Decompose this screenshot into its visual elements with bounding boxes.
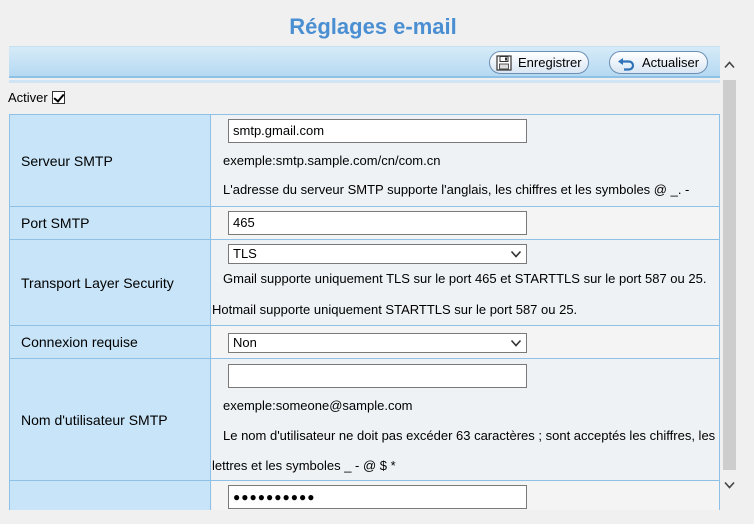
auth-required-label: Connexion requise: [21, 334, 138, 350]
value-cell: Non: [212, 326, 720, 358]
smtp-username-label: Nom d'utilisateur SMTP: [21, 412, 168, 428]
auth-required-select-value: Non: [233, 335, 257, 350]
label-cell: Nom d'utilisateur SMTP: [9, 359, 211, 480]
smtp-server-input[interactable]: smtp.gmail.com: [228, 119, 527, 143]
scroll-down-button[interactable]: [721, 476, 738, 493]
refresh-label: Actualiser: [642, 55, 700, 70]
label-cell: [9, 481, 211, 510]
smtp-username-row: Nom d'utilisateur SMTP exemple:someone@s…: [9, 359, 720, 481]
label-cell: Transport Layer Security: [9, 240, 211, 325]
smtp-server-label: Serveur SMTP: [21, 153, 113, 169]
value-cell: ●●●●●●●●●●: [212, 481, 720, 510]
email-settings-page: Réglages e-mail Enregistrer Actualiser A…: [0, 0, 754, 524]
vertical-scrollbar[interactable]: [721, 56, 738, 496]
smtp-port-label: Port SMTP: [21, 215, 90, 231]
smtp-username-example: exemple:someone@sample.com: [223, 398, 413, 413]
scroll-up-button[interactable]: [721, 56, 738, 73]
enable-label: Activer: [8, 90, 48, 105]
enable-row: Activer: [8, 90, 65, 105]
page-title: Réglages e-mail: [289, 14, 457, 39]
value-cell: exemple:someone@sample.com Le nom d'util…: [212, 359, 720, 480]
refresh-button[interactable]: Actualiser: [609, 51, 708, 74]
value-cell: 465: [212, 207, 720, 239]
settings-form: Serveur SMTP smtp.gmail.com exemple:smtp…: [9, 114, 720, 510]
smtp-server-example: exemple:smtp.sample.com/cn/com.cn: [223, 153, 441, 168]
smtp-username-input[interactable]: [228, 364, 527, 388]
smtp-password-row: ●●●●●●●●●●: [9, 481, 720, 510]
tls-row: Transport Layer Security TLS Gmail suppo…: [9, 240, 720, 326]
smtp-port-input[interactable]: 465: [228, 211, 527, 235]
save-label: Enregistrer: [518, 55, 582, 70]
auth-required-row: Connexion requise Non: [9, 326, 720, 359]
smtp-server-row: Serveur SMTP smtp.gmail.com exemple:smtp…: [9, 115, 720, 207]
value-cell: TLS Gmail supporte uniquement TLS sur le…: [212, 240, 720, 325]
smtp-port-row: Port SMTP 465: [9, 207, 720, 240]
toolbar: Enregistrer Actualiser: [9, 46, 720, 78]
save-icon: [496, 54, 512, 72]
tls-select-value: TLS: [233, 246, 257, 261]
smtp-server-hint: L'adresse du serveur SMTP supporte l'ang…: [223, 182, 690, 197]
label-cell: Connexion requise: [9, 326, 211, 358]
scroll-thumb[interactable]: [723, 80, 736, 470]
label-cell: Serveur SMTP: [9, 115, 211, 206]
tls-hint-gmail: Gmail supporte uniquement TLS sur le por…: [223, 271, 707, 286]
smtp-password-input[interactable]: ●●●●●●●●●●: [228, 485, 527, 509]
save-button[interactable]: Enregistrer: [489, 51, 589, 74]
auth-required-select[interactable]: Non: [228, 333, 527, 353]
enable-checkbox[interactable]: [51, 91, 65, 104]
chevron-down-icon: [510, 339, 522, 347]
chevron-up-icon: [724, 60, 735, 68]
toolbar-divider: [9, 80, 720, 83]
tls-label: Transport Layer Security: [21, 275, 174, 291]
label-cell: Port SMTP: [9, 207, 211, 239]
tls-hint-hotmail: Hotmail supporte uniquement STARTTLS sur…: [212, 302, 578, 317]
tls-select[interactable]: TLS: [228, 244, 527, 264]
smtp-username-hint-2: lettres et les symboles _ - @ $ *: [212, 458, 396, 473]
chevron-down-icon: [724, 481, 735, 489]
value-cell: smtp.gmail.com exemple:smtp.sample.com/c…: [212, 115, 720, 206]
smtp-username-hint-1: Le nom d'utilisateur ne doit pas excéder…: [223, 428, 716, 443]
chevron-down-icon: [510, 250, 522, 258]
refresh-icon: [616, 54, 636, 72]
